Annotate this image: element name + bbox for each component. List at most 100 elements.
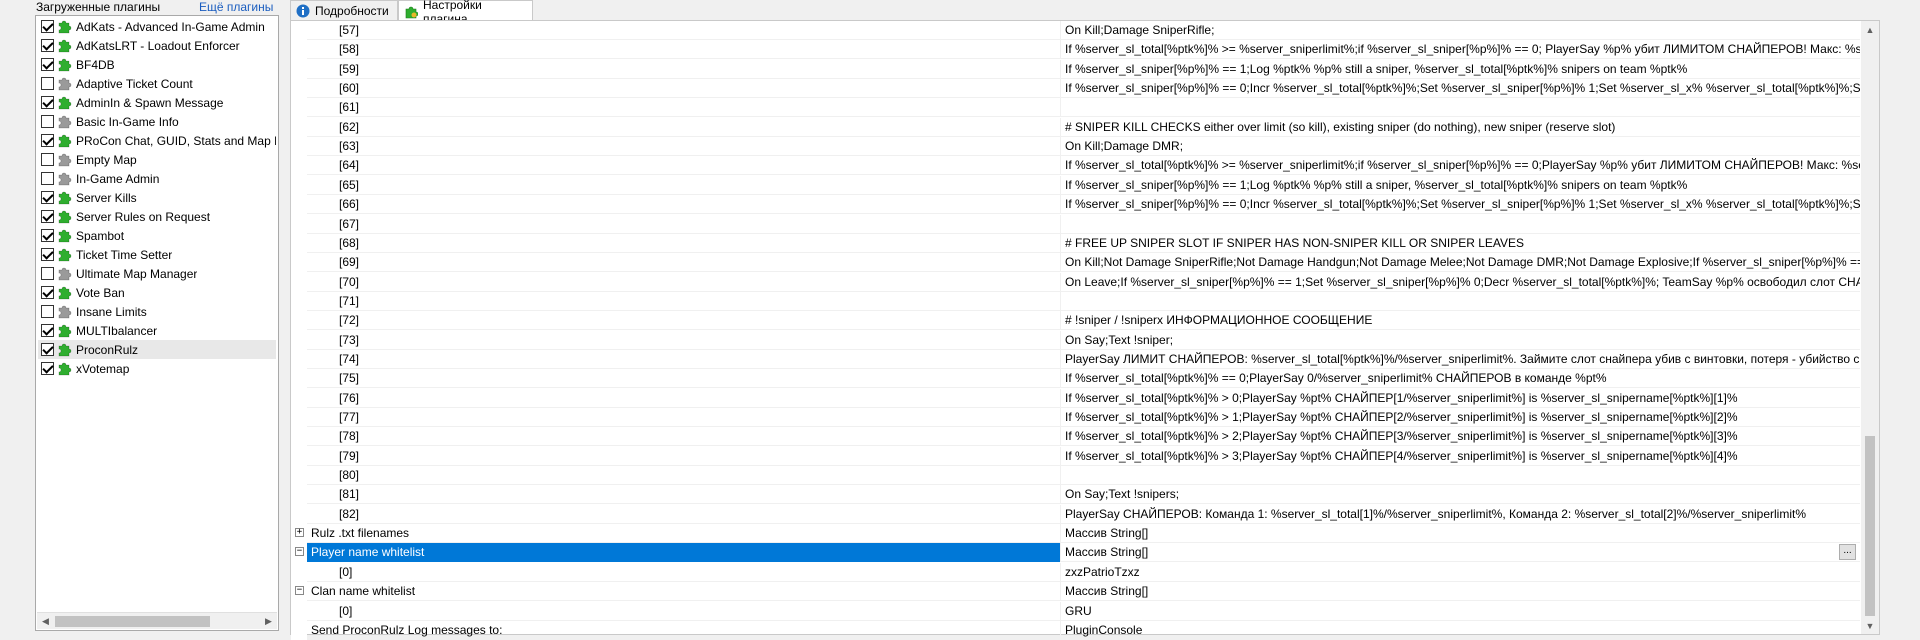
property-row-item[interactable]: [72] # !sniper / !sniperx ИНФОРМАЦИОННОЕ … [291,311,1860,331]
property-row-item[interactable]: [67] [291,214,1860,234]
property-value[interactable]: On Say;Text !sniper; [1062,331,1860,350]
property-value[interactable] [1062,466,1860,485]
property-row-item[interactable]: [0] GRU [291,601,1860,621]
property-row-item[interactable]: [82] PlayerSay СНАЙПЕРОВ: Команда 1: %ser… [291,504,1860,524]
plugin-list-item[interactable]: Ultimate Map Manager [38,264,276,283]
property-value[interactable]: If %server_sl_sniper[%p%]% == 1;Log %ptk… [1062,60,1860,79]
collapse-icon[interactable]: − [295,547,304,557]
property-row-item[interactable]: [69] On Kill;Not Damage SniperRifle;Not D… [291,253,1860,273]
collapse-icon[interactable]: − [295,586,304,596]
property-row[interactable]: − Clan name whitelist Массив String[] [291,582,1860,602]
plugin-enabled-checkbox[interactable] [41,210,54,223]
property-row-item[interactable]: [64] If %server_sl_total[%ptk%]% >= %serv… [291,156,1860,176]
plugin-enabled-checkbox[interactable] [41,362,54,375]
plugin-list-item[interactable]: Empty Map [38,150,276,169]
scroll-right-icon[interactable]: ▶ [260,613,277,630]
property-grid-vertical-scrollbar[interactable]: ▲ ▼ [1861,21,1879,634]
property-row-item[interactable]: [78] If %server_sl_total[%ptk%]% > 2;Play… [291,427,1860,447]
plugin-enabled-checkbox[interactable] [41,267,54,280]
property-row-item[interactable]: [58] If %server_sl_total[%ptk%]% >= %serv… [291,40,1860,60]
property-row-item[interactable]: [74] PlayerSay ЛИМИТ СНАЙПЕРОВ: %server_s… [291,349,1860,369]
plugin-list-item[interactable]: BF4DB [38,55,276,74]
scrollbar-thumb[interactable] [1865,436,1875,616]
property-row[interactable]: Send ProconRulz Log messages to: PluginCo… [291,620,1860,640]
plugin-enabled-checkbox[interactable] [41,286,54,299]
plugin-list-item[interactable]: In-Game Admin [38,169,276,188]
plugin-list-item[interactable]: Server Kills [38,188,276,207]
property-row-item[interactable]: [57] On Kill;Damage SniperRifle; [291,21,1860,40]
property-row-item[interactable]: [66] If %server_sl_sniper[%p%]% == 0;Incr… [291,195,1860,215]
property-row-item[interactable]: [61] [291,98,1860,118]
property-value[interactable]: # !sniper / !sniperx ИНФОРМАЦИОННОЕ СООБ… [1062,311,1860,330]
scroll-up-icon[interactable]: ▲ [1861,21,1879,38]
plugin-enabled-checkbox[interactable] [41,77,54,90]
property-row-item[interactable]: [65] If %server_sl_sniper[%p%]% == 1;Log … [291,175,1860,195]
plugin-enabled-checkbox[interactable] [41,96,54,109]
plugin-enabled-checkbox[interactable] [41,115,54,128]
property-value[interactable]: On Leave;If %server_sl_sniper[%p%]% == 1… [1062,273,1860,292]
scroll-down-icon[interactable]: ▼ [1861,617,1879,634]
property-value[interactable]: Массив String[] [1062,582,1860,601]
property-value[interactable]: Массив String[]... [1062,543,1860,562]
plugin-list-item[interactable]: ProconRulz [38,340,276,359]
plugin-list-item[interactable]: Vote Ban [38,283,276,302]
more-plugins-link[interactable]: Ещё плагины [199,0,273,14]
plugin-list-item[interactable]: Ticket Time Setter [38,245,276,264]
plugin-list-item[interactable]: AdKats - Advanced In-Game Admin [38,17,276,36]
property-row-item[interactable]: [79] If %server_sl_total[%ptk%]% > 3;Play… [291,446,1860,466]
property-row-item[interactable]: [70] On Leave;If %server_sl_sniper[%p%]% … [291,272,1860,292]
property-row-item[interactable]: [73] On Say;Text !sniper; [291,330,1860,350]
property-value[interactable]: If %server_sl_total[%ptk%]% == 0;PlayerS… [1062,369,1860,388]
property-value[interactable]: PlayerSay ЛИМИТ СНАЙПЕРОВ: %server_sl_to… [1062,350,1860,369]
plugin-enabled-checkbox[interactable] [41,305,54,318]
plugin-list[interactable]: AdKats - Advanced In-Game Admin AdKatsLRT… [35,15,279,631]
property-value[interactable]: Массив String[] [1062,524,1860,543]
property-value[interactable] [1062,98,1860,117]
plugin-enabled-checkbox[interactable] [41,324,54,337]
scrollbar-thumb[interactable] [55,616,210,627]
property-value[interactable]: If %server_sl_total[%ptk%]% > 3;PlayerSa… [1062,447,1860,466]
plugin-list-item[interactable]: Spambot [38,226,276,245]
property-value[interactable]: If %server_sl_sniper[%p%]% == 1;Log %ptk… [1062,176,1860,195]
property-row-item[interactable]: [0] zxzPatrioTzxz [291,562,1860,582]
property-value[interactable] [1062,215,1860,234]
scroll-left-icon[interactable]: ◀ [37,613,54,630]
property-row-item[interactable]: [59] If %server_sl_sniper[%p%]% == 1;Log … [291,59,1860,79]
property-row[interactable]: + Rulz .txt filenames Массив String[] [291,524,1860,544]
property-grid[interactable]: [57] On Kill;Damage SniperRifle; [58] If %s… [290,20,1880,640]
plugin-list-horizontal-scrollbar[interactable]: ◀ ▶ [37,612,277,629]
plugin-enabled-checkbox[interactable] [41,134,54,147]
property-row-item[interactable]: [68] # FREE UP SNIPER SLOT IF SNIPER HAS … [291,233,1860,253]
property-row-item[interactable]: [77] If %server_sl_total[%ptk%]% > 1;Play… [291,408,1860,427]
property-value[interactable]: If %server_sl_total[%ptk%]% >= %server_s… [1062,40,1860,59]
property-value[interactable]: # FREE UP SNIPER SLOT IF SNIPER HAS NON-… [1062,234,1860,253]
plugin-list-item[interactable]: PRoCon Chat, GUID, Stats and Map Lo [38,131,276,150]
tab-plugin-settings[interactable]: Настройки плагина [398,0,533,26]
property-row-item[interactable]: [80] [291,466,1860,486]
property-row-item[interactable]: [62] # SNIPER KILL CHECKS either over lim… [291,117,1860,137]
expand-icon[interactable]: + [295,528,304,538]
edit-collection-button[interactable]: ... [1839,544,1856,561]
property-value[interactable]: If %server_sl_total[%ptk%]% >= %server_s… [1062,156,1860,175]
property-row-item[interactable]: [60] If %server_sl_sniper[%p%]% == 0;Incr… [291,79,1860,99]
property-row-item[interactable]: [63] On Kill;Damage DMR; [291,137,1860,157]
plugin-enabled-checkbox[interactable] [41,172,54,185]
property-value[interactable]: If %server_sl_sniper[%p%]% == 0;Incr %se… [1062,195,1860,214]
plugin-list-item[interactable]: AdKatsLRT - Loadout Enforcer [38,36,276,55]
plugin-enabled-checkbox[interactable] [41,39,54,52]
plugin-list-item[interactable]: MULTIbalancer [38,321,276,340]
property-value[interactable]: If %server_sl_total[%ptk%]% > 0;PlayerSa… [1062,389,1860,408]
property-value[interactable]: On Say;Text !snipers; [1062,485,1860,504]
property-value[interactable]: # SNIPER KILL CHECKS either over limit (… [1062,118,1860,137]
property-value[interactable]: zxzPatrioTzxz [1062,563,1860,582]
plugin-enabled-checkbox[interactable] [41,248,54,261]
property-value[interactable]: If %server_sl_total[%ptk%]% > 2;PlayerSa… [1062,427,1860,446]
property-value[interactable]: If %server_sl_total[%ptk%]% > 1;PlayerSa… [1062,408,1860,427]
plugin-enabled-checkbox[interactable] [41,343,54,356]
property-value[interactable]: On Kill;Damage DMR; [1062,137,1860,156]
plugin-list-item[interactable]: AdminIn & Spawn Message [38,93,276,112]
plugin-enabled-checkbox[interactable] [41,191,54,204]
property-row-item[interactable]: [71] [291,291,1860,311]
plugin-enabled-checkbox[interactable] [41,229,54,242]
property-value[interactable]: If %server_sl_sniper[%p%]% == 0;Incr %se… [1062,79,1860,98]
